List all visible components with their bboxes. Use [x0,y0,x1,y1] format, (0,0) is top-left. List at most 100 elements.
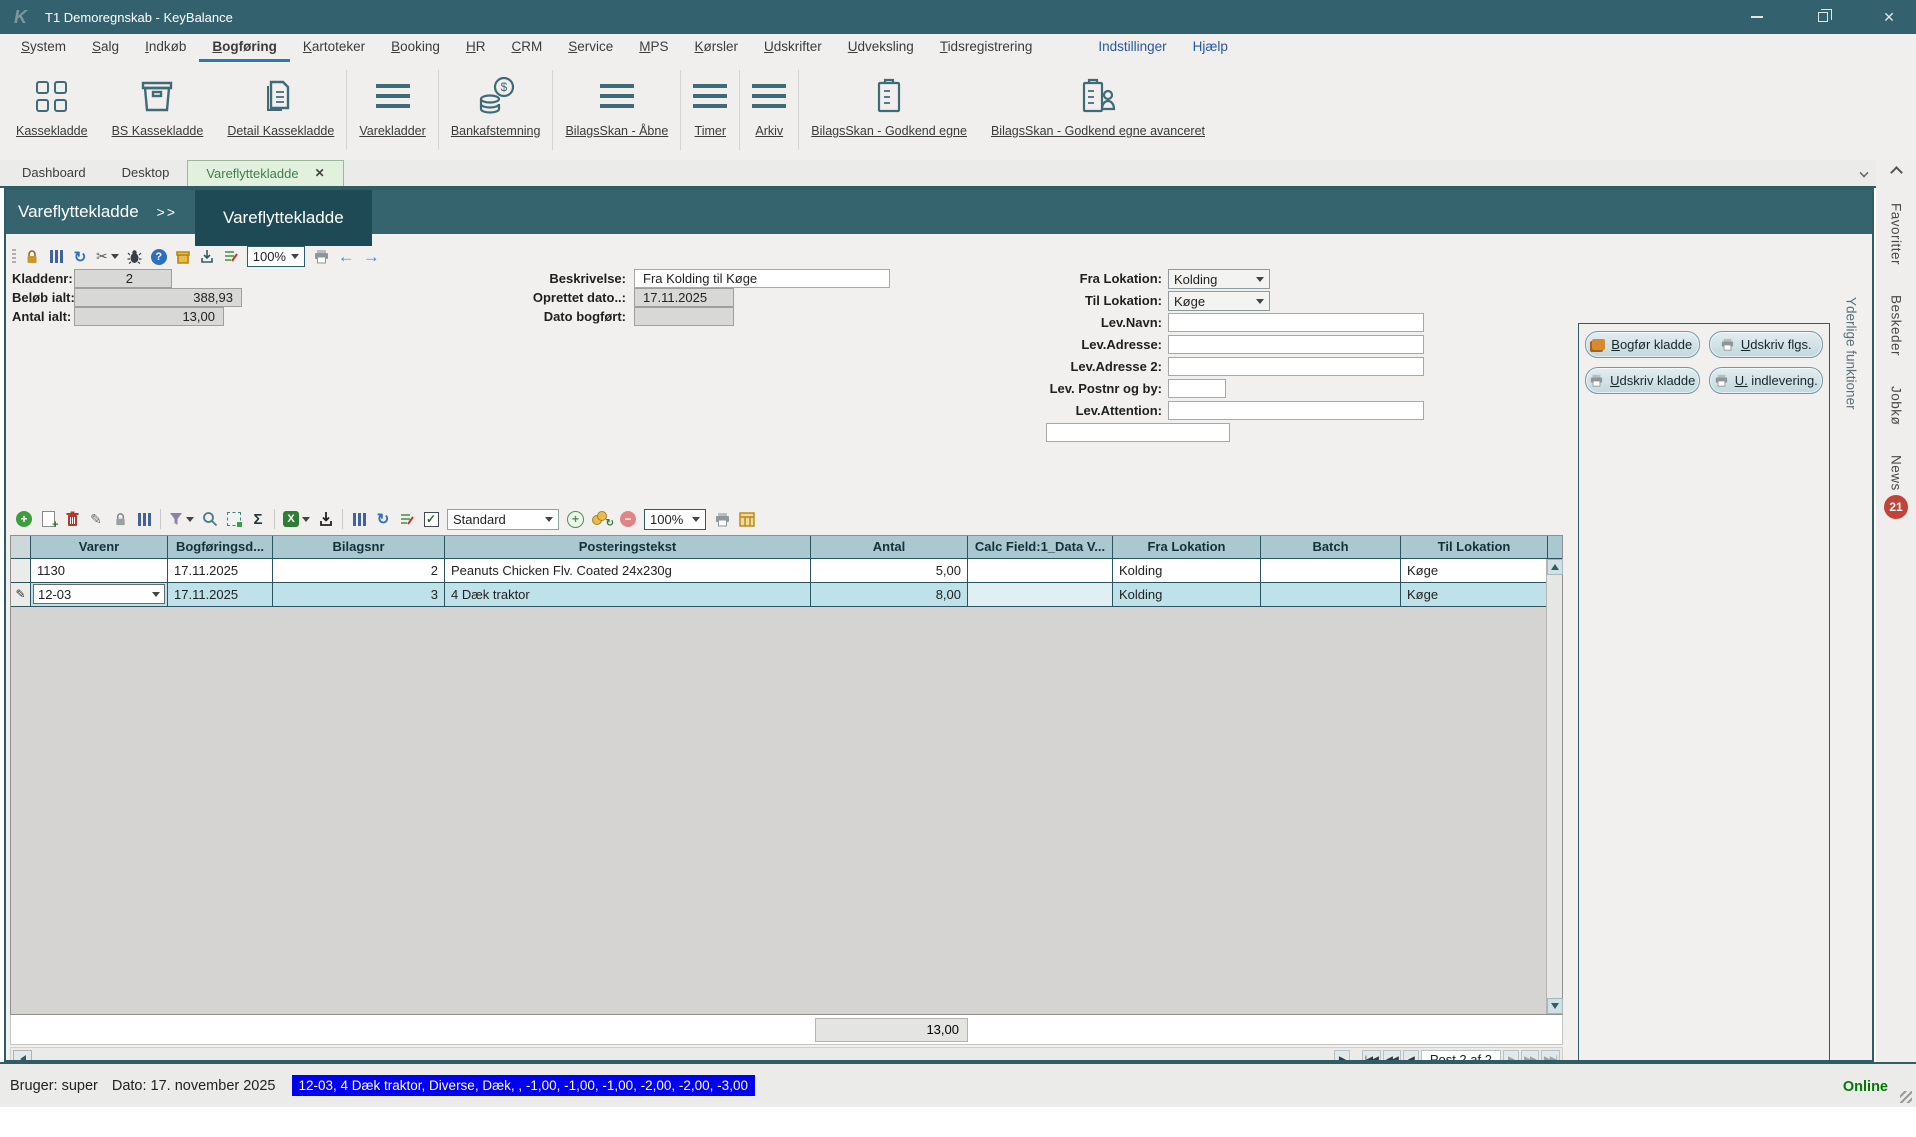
menu-bogforing[interactable]: Bogføring [199,34,289,62]
breadcrumb-parent[interactable]: Vareflyttekladde [18,190,139,234]
col-varenr[interactable]: Varenr [31,536,168,558]
varenr-editor[interactable]: 12-03 [31,583,168,607]
menu-hr[interactable]: HR [453,34,499,62]
lock-icon[interactable] [24,248,40,266]
lev-navn-input[interactable] [1168,313,1424,332]
col-batch[interactable]: Batch [1261,536,1401,558]
export-icon[interactable] [318,510,334,528]
refresh-icon[interactable]: ↻ [72,248,88,266]
view-select[interactable]: Standard [447,509,559,530]
chevron-up-icon[interactable] [1890,166,1903,179]
menu-service[interactable]: Service [555,34,626,62]
ribbon-bilagsskan-aabne[interactable]: BilagsSkan - Åbne [553,68,680,138]
excel-export-icon[interactable]: X [283,510,310,528]
sidebar-tab-favoritter[interactable]: Favoritter [1889,203,1904,265]
pager-first-button[interactable]: |◀◀ [1362,1050,1381,1063]
columns-icon[interactable] [48,248,64,266]
printer-icon[interactable] [714,510,731,528]
menu-udskrifter[interactable]: Udskrifter [751,34,835,62]
lev-adresse2-input[interactable] [1168,357,1424,376]
printer-icon[interactable] [313,248,330,266]
toolbar-grip[interactable] [12,249,16,265]
ribbon-timer[interactable]: Timer [681,68,739,138]
remove-row-icon[interactable]: − [620,511,636,527]
refresh-icon[interactable]: ↻ [375,510,391,528]
table-row[interactable]: 1130 17.11.2025 2 Peanuts Chicken Flv. C… [11,559,1562,583]
table-row-selected[interactable]: ✎ 12-03 17.11.2025 3 4 Dæk traktor 8,00 … [11,583,1562,607]
columns-icon[interactable] [136,510,152,528]
ribbon-bilagsskan-godkend-avanceret[interactable]: BilagsSkan - Godkend egne avanceret [979,68,1217,138]
chevron-down-icon[interactable] [1859,168,1868,177]
menu-salg[interactable]: Salg [79,34,132,62]
ribbon-bankafstemning[interactable]: $ Bankafstemning [439,68,553,138]
filter-icon[interactable] [169,510,194,528]
pager-next-button[interactable]: ▶ [1503,1050,1519,1063]
help-icon[interactable]: ? [151,249,167,265]
menu-booking[interactable]: Booking [378,34,453,62]
coins-refresh-icon[interactable]: ↻ [592,510,612,528]
udskriv-kladde-button[interactable]: Udskriv kladde [1585,367,1700,394]
insert-row-icon[interactable]: + [567,511,584,528]
ribbon-arkiv[interactable]: Arkiv [740,68,798,138]
yderlige-funktioner-tab[interactable]: Yderlige funktioner [1844,297,1859,410]
menu-tidsregistrering[interactable]: Tidsregistrering [927,34,1046,62]
tab-dashboard[interactable]: Dashboard [4,160,104,186]
select-area-icon[interactable] [226,510,242,528]
menu-kartoteker[interactable]: Kartoteker [290,34,378,62]
tab-desktop[interactable]: Desktop [104,160,188,186]
close-button[interactable]: ✕ [1878,6,1900,28]
sum-icon[interactable]: Σ [250,510,266,528]
add-row-icon[interactable]: + [16,511,32,527]
menu-indkob[interactable]: Indkøb [132,34,199,62]
udskriv-flgs-button[interactable]: Udskriv flgs. [1709,331,1824,358]
tools-icon[interactable]: ✂ [96,248,119,266]
pager-fast-next-button[interactable]: ▶▶ [1521,1050,1539,1063]
til-lokation-select[interactable]: Køge [1168,291,1270,311]
scroll-down-icon[interactable] [1547,998,1563,1014]
lev-postnr-input[interactable] [1168,379,1226,398]
lev-attention-input[interactable] [1168,401,1424,420]
lev-adresse-input[interactable] [1168,335,1424,354]
form-zoom-select[interactable]: 100% [247,246,305,267]
pager-last-button[interactable]: ▶▶| [1541,1050,1560,1063]
restore-button[interactable] [1812,6,1834,28]
table-icon[interactable] [739,510,755,528]
ribbon-bs-kassekladde[interactable]: BS Kassekladde [100,68,216,138]
col-fra-lokation[interactable]: Fra Lokation [1113,536,1261,558]
grid-zoom-select[interactable]: 100% [644,509,706,530]
sidebar-tab-jobko[interactable]: Jobkø [1889,386,1904,425]
sidebar-tab-beskeder[interactable]: Beskeder [1889,295,1904,356]
debug-bug-icon[interactable] [127,248,143,266]
u-indlevering-button[interactable]: U. indlevering. [1709,367,1824,394]
columns-icon[interactable] [351,510,367,528]
col-antal[interactable]: Antal [811,536,968,558]
menu-mps[interactable]: MPS [626,34,681,62]
import-icon[interactable] [199,248,215,266]
bogfor-kladde-button[interactable]: Bogfør kladde [1585,331,1700,358]
extra-input[interactable] [1046,423,1230,442]
menu-crm[interactable]: CRM [498,34,555,62]
menu-udveksling[interactable]: Udveksling [835,34,927,62]
beskrivelse-input[interactable]: Fra Kolding til Køge [634,269,890,288]
pager-fast-prev-button[interactable]: ◀◀ [1383,1050,1401,1063]
tab-close-icon[interactable]: ✕ [315,161,325,186]
ribbon-varekladder[interactable]: Varekladder [347,68,437,138]
vertical-scrollbar[interactable] [1546,559,1562,1014]
fra-lokation-select[interactable]: Kolding [1168,269,1270,289]
col-bilagsnr[interactable]: Bilagsnr [273,536,445,558]
col-til-lokation[interactable]: Til Lokation [1401,536,1548,558]
checkbox-icon[interactable]: ✓ [423,510,439,528]
copy-record-icon[interactable]: + [40,510,56,528]
archive-upload-icon[interactable] [175,248,191,266]
pager-prev-button[interactable]: ◀ [1403,1050,1419,1063]
menu-indstillinger[interactable]: Indstillinger [1085,34,1179,62]
edit-list-icon[interactable] [223,248,239,266]
hscroll-right-button[interactable]: ▶ [1334,1050,1350,1063]
search-icon[interactable] [202,510,218,528]
edit-list-icon[interactable] [399,510,415,528]
lock-icon[interactable] [112,510,128,528]
ribbon-bilagsskan-godkend[interactable]: BilagsSkan - Godkend egne [799,68,979,138]
menu-hjaelp[interactable]: Hjælp [1180,34,1241,62]
back-arrow-icon[interactable]: ← [338,248,355,266]
col-posteringstekst[interactable]: Posteringstekst [445,536,811,558]
